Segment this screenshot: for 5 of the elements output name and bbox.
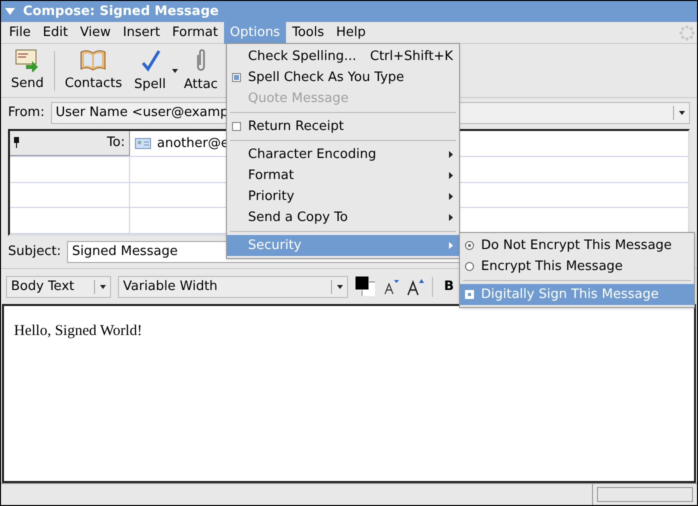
subject-label: Subject: — [8, 243, 61, 262]
body-text: Hello, Signed World! — [14, 323, 142, 339]
window-title: Compose: Signed Message — [23, 2, 219, 21]
shortcut-text: Ctrl+Shift+K — [370, 48, 453, 66]
from-label: From: — [8, 104, 45, 122]
